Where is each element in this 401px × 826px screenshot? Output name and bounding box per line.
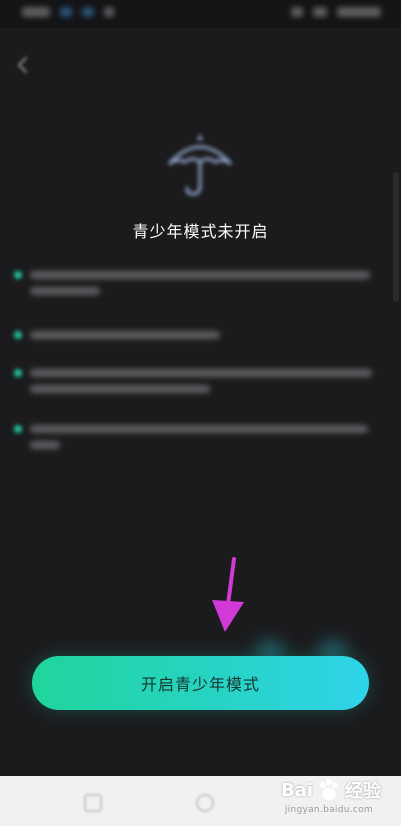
wifi-icon	[313, 7, 327, 17]
check-icon	[14, 369, 22, 377]
status-bar-right	[291, 7, 381, 17]
back-button[interactable]	[10, 52, 36, 78]
baidu-watermark-logo: Bai 经验	[281, 773, 381, 807]
blurred-text-line	[30, 287, 100, 295]
paw-icon	[320, 779, 338, 800]
notification-icon	[60, 7, 72, 17]
recent-apps-icon[interactable]	[84, 794, 102, 812]
watermark-url: jingyan.baidu.com	[284, 805, 373, 815]
blurred-text-line	[30, 425, 368, 433]
status-bar	[0, 0, 401, 28]
blurred-text-line	[30, 271, 370, 279]
status-bar-left	[22, 7, 114, 17]
clock-placeholder	[22, 7, 50, 17]
signal-battery-icon	[337, 7, 381, 17]
notification-icon	[82, 7, 94, 17]
home-icon[interactable]	[196, 794, 214, 812]
blurred-text-line	[30, 369, 372, 377]
blurred-text-line	[30, 331, 220, 339]
pointer-arrow-icon	[212, 557, 244, 632]
button-label: 开启青少年模式	[140, 675, 260, 694]
check-icon	[14, 271, 22, 279]
blurred-text-line	[30, 385, 210, 393]
alarm-icon	[291, 7, 303, 17]
enable-youth-mode-button[interactable]: 开启青少年模式	[32, 656, 369, 710]
watermark-brand: Bai	[280, 779, 313, 801]
umbrella-icon	[167, 135, 233, 196]
page-title: 青少年模式未开启	[132, 222, 269, 241]
check-icon	[14, 425, 22, 433]
notification-icon	[104, 7, 114, 17]
check-icon	[14, 331, 22, 339]
back-arrow-icon	[17, 56, 28, 74]
blurred-text-line	[30, 441, 60, 449]
watermark-brand-suffix: 经验	[345, 781, 381, 802]
